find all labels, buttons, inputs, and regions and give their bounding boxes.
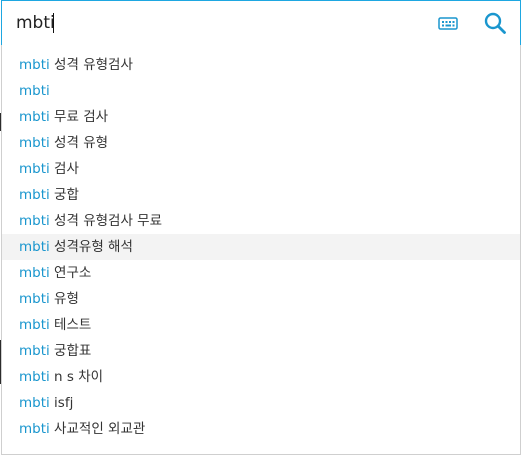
search-box xyxy=(1,0,521,46)
suggestion-text: 검사 xyxy=(49,161,79,177)
suggestion-text: n s 차이 xyxy=(49,369,104,385)
suggestion-item[interactable]: mbti 연구소 xyxy=(2,260,520,286)
suggestion-text: 유형 xyxy=(49,291,79,307)
suggestion-keyword: mbti xyxy=(19,57,50,73)
suggestion-text: isfj xyxy=(49,395,74,411)
suggestion-keyword: mbti xyxy=(19,109,50,125)
suggestion-keyword: mbti xyxy=(19,83,50,99)
suggestion-text: 성격 유형검사 xyxy=(49,57,133,73)
suggestion-keyword: mbti xyxy=(19,369,50,385)
suggestion-item[interactable]: mbti 테스트 xyxy=(2,312,520,338)
suggestion-item[interactable]: mbti n s 차이 xyxy=(2,364,520,390)
suggestion-item[interactable]: mbti 검사 xyxy=(2,156,520,182)
suggestion-keyword: mbti xyxy=(19,421,50,437)
suggestion-keyword: mbti xyxy=(19,187,50,203)
suggestion-keyword: mbti xyxy=(19,265,50,281)
keyboard-icon[interactable] xyxy=(438,15,458,31)
suggestion-keyword: mbti xyxy=(19,239,50,255)
suggestion-keyword: mbti xyxy=(19,291,50,307)
suggestion-item[interactable]: mbti xyxy=(2,78,520,104)
suggestion-list: mbti 성격 유형검사 mbti mbti 무료 검사 mbti 성격 유형 mbti… xyxy=(2,52,520,442)
suggestion-item[interactable]: mbti 성격 유형검사 xyxy=(2,52,520,78)
suggestion-keyword: mbti xyxy=(19,135,50,151)
suggestion-text: 성격 유형검사 무료 xyxy=(49,213,162,229)
suggestion-text: 사교적인 외교관 xyxy=(49,421,146,437)
suggestion-keyword: mbti xyxy=(19,161,50,177)
suggestion-text: 성격 유형 xyxy=(49,135,109,151)
search-input[interactable] xyxy=(16,9,396,37)
suggestion-text: 무료 검사 xyxy=(49,109,109,125)
suggestion-keyword: mbti xyxy=(19,343,50,359)
text-caret xyxy=(53,13,54,33)
suggestion-item[interactable]: mbti 무료 검사 xyxy=(2,104,520,130)
autocomplete-dropdown: mbti 성격 유형검사 mbti mbti 무료 검사 mbti 성격 유형 mbti… xyxy=(1,45,521,455)
suggestion-text: 연구소 xyxy=(49,265,92,281)
suggestion-keyword: mbti xyxy=(19,395,50,411)
suggestion-item[interactable]: mbti 성격유형 해석 xyxy=(2,234,520,260)
suggestion-item[interactable]: mbti isfj xyxy=(2,390,520,416)
search-icon[interactable] xyxy=(483,11,507,35)
suggestion-text: 성격유형 해석 xyxy=(49,239,133,255)
suggestion-item[interactable]: mbti 성격 유형검사 무료 xyxy=(2,208,520,234)
search-widget: mbti 성격 유형검사mbtimbti 무료 검사mbti 성격 유형mbti… xyxy=(1,0,521,455)
suggestion-item[interactable]: mbti 성격 유형 xyxy=(2,130,520,156)
suggestion-item[interactable]: mbti 사교적인 외교관 xyxy=(2,416,520,442)
suggestion-text: 궁합 xyxy=(49,187,79,203)
suggestion-item[interactable]: mbti 유형 xyxy=(2,286,520,312)
suggestion-keyword: mbti xyxy=(19,213,50,229)
suggestion-item[interactable]: mbti 궁합표 xyxy=(2,338,520,364)
suggestion-item[interactable]: mbti 궁합 xyxy=(2,182,520,208)
suggestion-keyword: mbti xyxy=(19,317,50,333)
suggestion-text: 테스트 xyxy=(49,317,92,333)
suggestion-text: 궁합표 xyxy=(49,343,92,359)
